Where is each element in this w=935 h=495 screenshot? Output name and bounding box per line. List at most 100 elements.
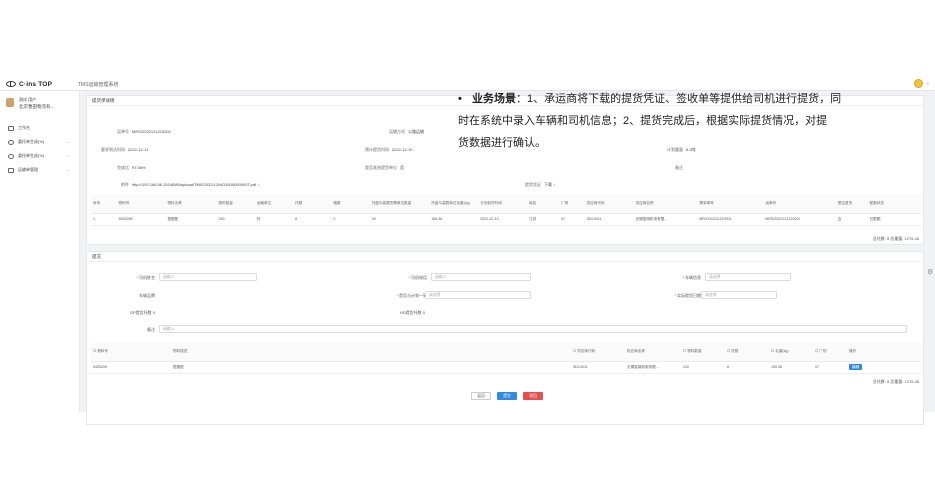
attachment-link[interactable]: http://192.168.66.153:8080/upload/TMS/20… bbox=[132, 182, 259, 187]
sidebar-item-label: 委托单生成(%) bbox=[18, 139, 45, 144]
table-cell: 垫圈垫 bbox=[165, 213, 217, 226]
receipt-field: 提货凭证 下载 ↓ bbox=[525, 182, 556, 187]
annotation-line-2: 时在系统中录入车辆和司机信息；2、提货完成后，根据实际提货情况，对提 bbox=[458, 115, 828, 127]
avatar bbox=[6, 98, 14, 107]
actual-time-label: *实际提货日期 bbox=[674, 293, 701, 298]
sidebar-item-label: 委托单生成(%) bbox=[18, 153, 45, 158]
gear-icon[interactable]: ⚙ bbox=[927, 269, 934, 276]
column-header: 供应商名称 bbox=[633, 195, 698, 214]
table-cell: 无锡富瑞机电有限... bbox=[633, 213, 698, 226]
annotation-overlay: • 业务场景：1、承运商将下载的提货凭证、签收单等提供给司机进行提货，同 时在系统… bbox=[458, 88, 898, 154]
car-select[interactable]: 请选择 bbox=[705, 273, 791, 281]
column-header: 物料描述 bbox=[171, 343, 571, 362]
table-cell: 240 bbox=[681, 361, 725, 374]
remark-field: 备注 bbox=[675, 165, 683, 170]
sidebar-item-transport[interactable]: 运输单管理 ⌄ bbox=[0, 163, 80, 177]
circle-icon bbox=[8, 139, 14, 145]
table-row: 1 5453259 垫圈垫 240 件 8 0 30 159.36 2022-12-10 江苏 07 S… bbox=[91, 213, 921, 226]
annotation-line-3: 货数据进行确认。 bbox=[458, 137, 546, 149]
sidebar-item-label: 工作台 bbox=[18, 125, 30, 130]
urgent-field: 是否紧急提货单位否 bbox=[365, 165, 404, 170]
table-cell: 30 bbox=[369, 213, 430, 226]
edit-row-button[interactable]: 编辑 bbox=[849, 364, 863, 370]
column-header: ☐ 厂别 bbox=[813, 343, 847, 362]
actual-date-picker[interactable]: 请选择 bbox=[701, 291, 777, 299]
user-avatar-icon[interactable] bbox=[914, 79, 923, 88]
table-cell: 159.36 bbox=[429, 213, 479, 226]
gp-count-field: GP提货托数 0 bbox=[129, 310, 155, 315]
logo: C·ins TOP bbox=[6, 80, 52, 88]
table-row: 5453259 垫圈垫 SDL0011 无锡富瑞机电有限... 240 8 159.36 07… bbox=[91, 361, 921, 374]
column-header: 配额状态 bbox=[867, 195, 921, 214]
column-header: 供应商名称 bbox=[625, 343, 681, 362]
table-cell: 编辑 bbox=[847, 361, 921, 374]
table-cell: 8 bbox=[725, 361, 769, 374]
rate-field: 完成比 97.06% bbox=[117, 165, 146, 170]
column-header: 序号 bbox=[91, 195, 117, 214]
order-no-field: 运单号 MRS/2022121210001 bbox=[117, 129, 171, 134]
column-header: ☐ 物料数量 bbox=[681, 343, 725, 362]
detail-table: 序号 物料号 物料名称 物料数量 运输单位 托数 箱数 托盘与装载所需单位数量 托盘与装载单位毛… bbox=[91, 195, 921, 226]
column-header: ☐ 毛重(kg) bbox=[769, 343, 813, 362]
column-header: 需求单号 bbox=[697, 195, 764, 214]
table-summary: 总托数: 8 总重量: 1276.48 bbox=[872, 379, 919, 384]
column-header: 是否退货 bbox=[835, 195, 868, 214]
user-name: 测试 用户 bbox=[19, 97, 37, 102]
table-cell: SDL0011 bbox=[584, 213, 634, 226]
table-cell: 1 bbox=[91, 213, 117, 226]
table-cell: 江苏 bbox=[527, 213, 560, 226]
plate-label: *司机姓名 bbox=[136, 275, 155, 280]
receipt-download-link[interactable]: 下载 ↓ bbox=[544, 182, 555, 187]
table-cell: 否 bbox=[835, 213, 868, 226]
column-header: 运单号 bbox=[763, 195, 836, 214]
table-cell: 07 bbox=[813, 361, 847, 374]
driver-name-input[interactable]: 请输入 bbox=[159, 273, 257, 281]
driver-label: *司机电话 bbox=[408, 275, 427, 280]
column-header: 托盘与装载单位毛重(kg) bbox=[429, 195, 479, 214]
table-cell: SDL0011 bbox=[571, 361, 625, 374]
document-icon bbox=[8, 167, 14, 173]
table-cell: 240 bbox=[216, 213, 255, 226]
back-button[interactable]: 返回 bbox=[471, 392, 491, 400]
sidebar-item-orders-2[interactable]: 委托单生成(%) ⌄ bbox=[0, 149, 80, 163]
submit-panel: 提交 *司机姓名 请输入 *司机电话 请输入 *车辆信息 请选择 车辆品牌 *是… bbox=[86, 251, 924, 425]
table-cell: 已配额 bbox=[867, 213, 921, 226]
sidebar-item-orders-1[interactable]: 委托单生成(%) ⌄ bbox=[0, 135, 80, 149]
sidebar-menu: 工作台 委托单生成(%) ⌄ 委托单生成(%) ⌄ 运输单管理 ⌄ bbox=[0, 121, 80, 177]
remark-input[interactable]: 请输入 bbox=[159, 325, 907, 333]
column-header: ☐ 物料号 bbox=[91, 343, 171, 362]
table-cell: 2022-12-10 bbox=[478, 213, 528, 226]
submit-table: ☐ 物料号 物料描述 ☐ 供应商代码 供应商名称 ☐ 物料数量 ☐ 托数 ☐ 毛重(kg) ☐… bbox=[91, 343, 921, 374]
submit-button[interactable]: 提交 bbox=[497, 392, 517, 400]
car-label: *车辆信息 bbox=[682, 275, 701, 280]
system-title: TMS运输管理系统 bbox=[78, 82, 119, 88]
table-cell: 垫圈垫 bbox=[171, 361, 571, 374]
user-profile: 测试 用户 北京曹田物流有... bbox=[6, 97, 78, 115]
table-cell: 件 bbox=[254, 213, 294, 226]
driver-phone-input[interactable]: 请输入 bbox=[431, 273, 531, 281]
annotation-heading: 业务场景 bbox=[472, 93, 516, 105]
logo-text: C·ins TOP bbox=[19, 80, 53, 88]
column-header: 物料数量 bbox=[216, 195, 255, 214]
table-summary: 总托数: 8 总重量: 1276.48 bbox=[872, 236, 919, 241]
chevron-down-icon[interactable]: ⌄ bbox=[926, 80, 930, 86]
reject-button[interactable]: 驳回 bbox=[523, 392, 543, 400]
column-header: 物料名称 bbox=[165, 195, 217, 214]
annotation-line-1: ：1、承运商将下载的提货凭证、签收单等提供给司机进行提货，同 bbox=[516, 93, 842, 105]
column-header: 库区 bbox=[527, 195, 560, 214]
table-cell: 5453259 bbox=[116, 213, 166, 226]
circle-icon bbox=[8, 153, 14, 159]
chevron-down-icon: ⌄ bbox=[66, 167, 70, 172]
consistency-select[interactable]: 请选择 bbox=[425, 291, 531, 299]
chevron-down-icon: ⌄ bbox=[66, 139, 70, 144]
column-header: 操作 bbox=[847, 343, 921, 362]
vehicle-label: 车辆品牌 bbox=[139, 293, 155, 298]
plan-time-field: 预计提货时间 2022-12-10 bbox=[365, 147, 413, 152]
table-cell: 0 bbox=[331, 213, 370, 226]
column-header: ☐ 托数 bbox=[725, 343, 769, 362]
column-header: 托盘与装载所需单位数量 bbox=[369, 195, 430, 214]
column-header: 箱数 bbox=[331, 195, 370, 214]
hd-count-field: HD提货托数 0 bbox=[399, 310, 425, 315]
sidebar-item-workbench[interactable]: 工作台 bbox=[0, 121, 80, 135]
table-cell: MRZX20221210001 bbox=[697, 213, 764, 226]
